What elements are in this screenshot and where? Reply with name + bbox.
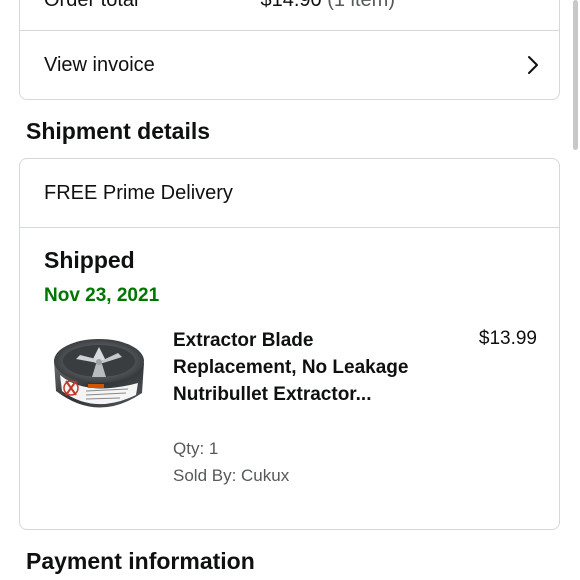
shipment-date: Nov 23, 2021: [44, 285, 160, 306]
order-details-page: Order total $14.90 (1 item) View invoice…: [0, 0, 580, 580]
payment-information-title: Payment information: [26, 548, 255, 574]
product-price: $13.99: [478, 328, 537, 349]
shipment-details-title: Shipment details: [26, 118, 211, 144]
product-seller: Sold By: Cukux: [173, 466, 290, 485]
view-invoice-row[interactable]: View invoice: [20, 31, 559, 99]
order-total-row: Order total $14.90 (1 item): [20, 0, 559, 31]
order-total-amount: $14.90: [260, 0, 322, 11]
product-image[interactable]: [46, 331, 150, 423]
product-quantity: Qty: 1: [173, 439, 219, 458]
order-summary-card: Order total $14.90 (1 item) View invoice: [19, 0, 560, 100]
product-title-link[interactable]: Extractor Blade Replacement, No Leakage …: [173, 327, 433, 408]
shipment-card: FREE Prime Delivery Shipped Nov 23, 2021: [19, 158, 560, 530]
scrollbar[interactable]: [573, 0, 578, 150]
delivery-type-label: FREE Prime Delivery: [44, 181, 233, 204]
order-total-items: (1 item): [321, 0, 395, 11]
delivery-type-row: FREE Prime Delivery: [20, 159, 559, 228]
view-invoice-label: View invoice: [44, 53, 155, 76]
order-total-value: $14.90 (1 item): [260, 0, 395, 12]
chevron-right-icon: [525, 55, 541, 75]
order-total-label: Order total: [44, 0, 139, 11]
shipment-status: Shipped: [44, 247, 135, 273]
